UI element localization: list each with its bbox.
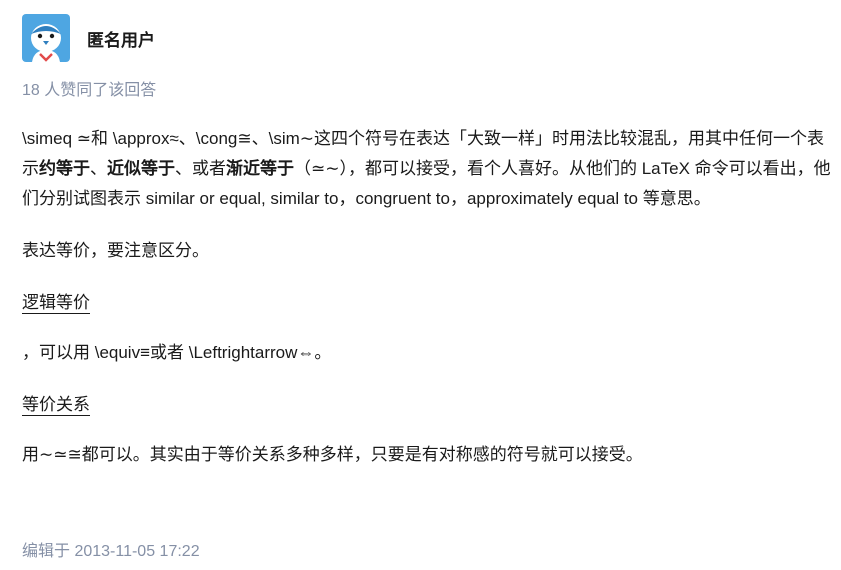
bold-approximately-equal: 近似等于 xyxy=(107,159,175,178)
paragraph-4: 用∼≃≅都可以。其实由于等价关系多种多样，只要是有对称感的符号就可以接受。 xyxy=(22,445,643,464)
heading-equivalence-relation-wrap: 等价关系 xyxy=(22,390,834,420)
bold-asymptotically-equal: 渐近等于 xyxy=(226,159,294,178)
paragraph-1-text-d: 、或者 xyxy=(175,159,226,178)
paragraph-1-text-c: 、 xyxy=(90,159,107,178)
author-name[interactable]: 匿名用户 xyxy=(87,26,155,51)
answer-card: 匿名用户 18 人赞同了该回答 \simeq ≃和 \approx≈、\cong… xyxy=(22,14,834,482)
heading-logical-equivalence-wrap: 逻辑等价 xyxy=(22,288,834,318)
anonymous-avatar-icon[interactable] xyxy=(22,14,70,62)
edit-timestamp[interactable]: 编辑于 2013-11-05 17:22 xyxy=(22,540,200,564)
answer-content: \simeq ≃和 \approx≈、\cong≅、\sim∼这四个符号在表达「… xyxy=(22,124,834,470)
bold-approx-equal: 约等于 xyxy=(39,159,90,178)
paragraph-3: ，可以用 \equiv≡或者 \Leftrightarrow⇔。 xyxy=(22,343,332,362)
link-logical-equivalence[interactable]: 逻辑等价 xyxy=(22,293,90,314)
paragraph-1: \simeq ≃和 \approx≈、\cong≅、\sim∼这四个符号在表达「… xyxy=(22,124,834,214)
link-equivalence-relation[interactable]: 等价关系 xyxy=(22,395,90,416)
paragraph-2: 表达等价，要注意区分。 xyxy=(22,241,209,260)
author-info: 匿名用户 xyxy=(22,14,834,62)
vote-count: 18 人赞同了该回答 xyxy=(22,82,157,99)
